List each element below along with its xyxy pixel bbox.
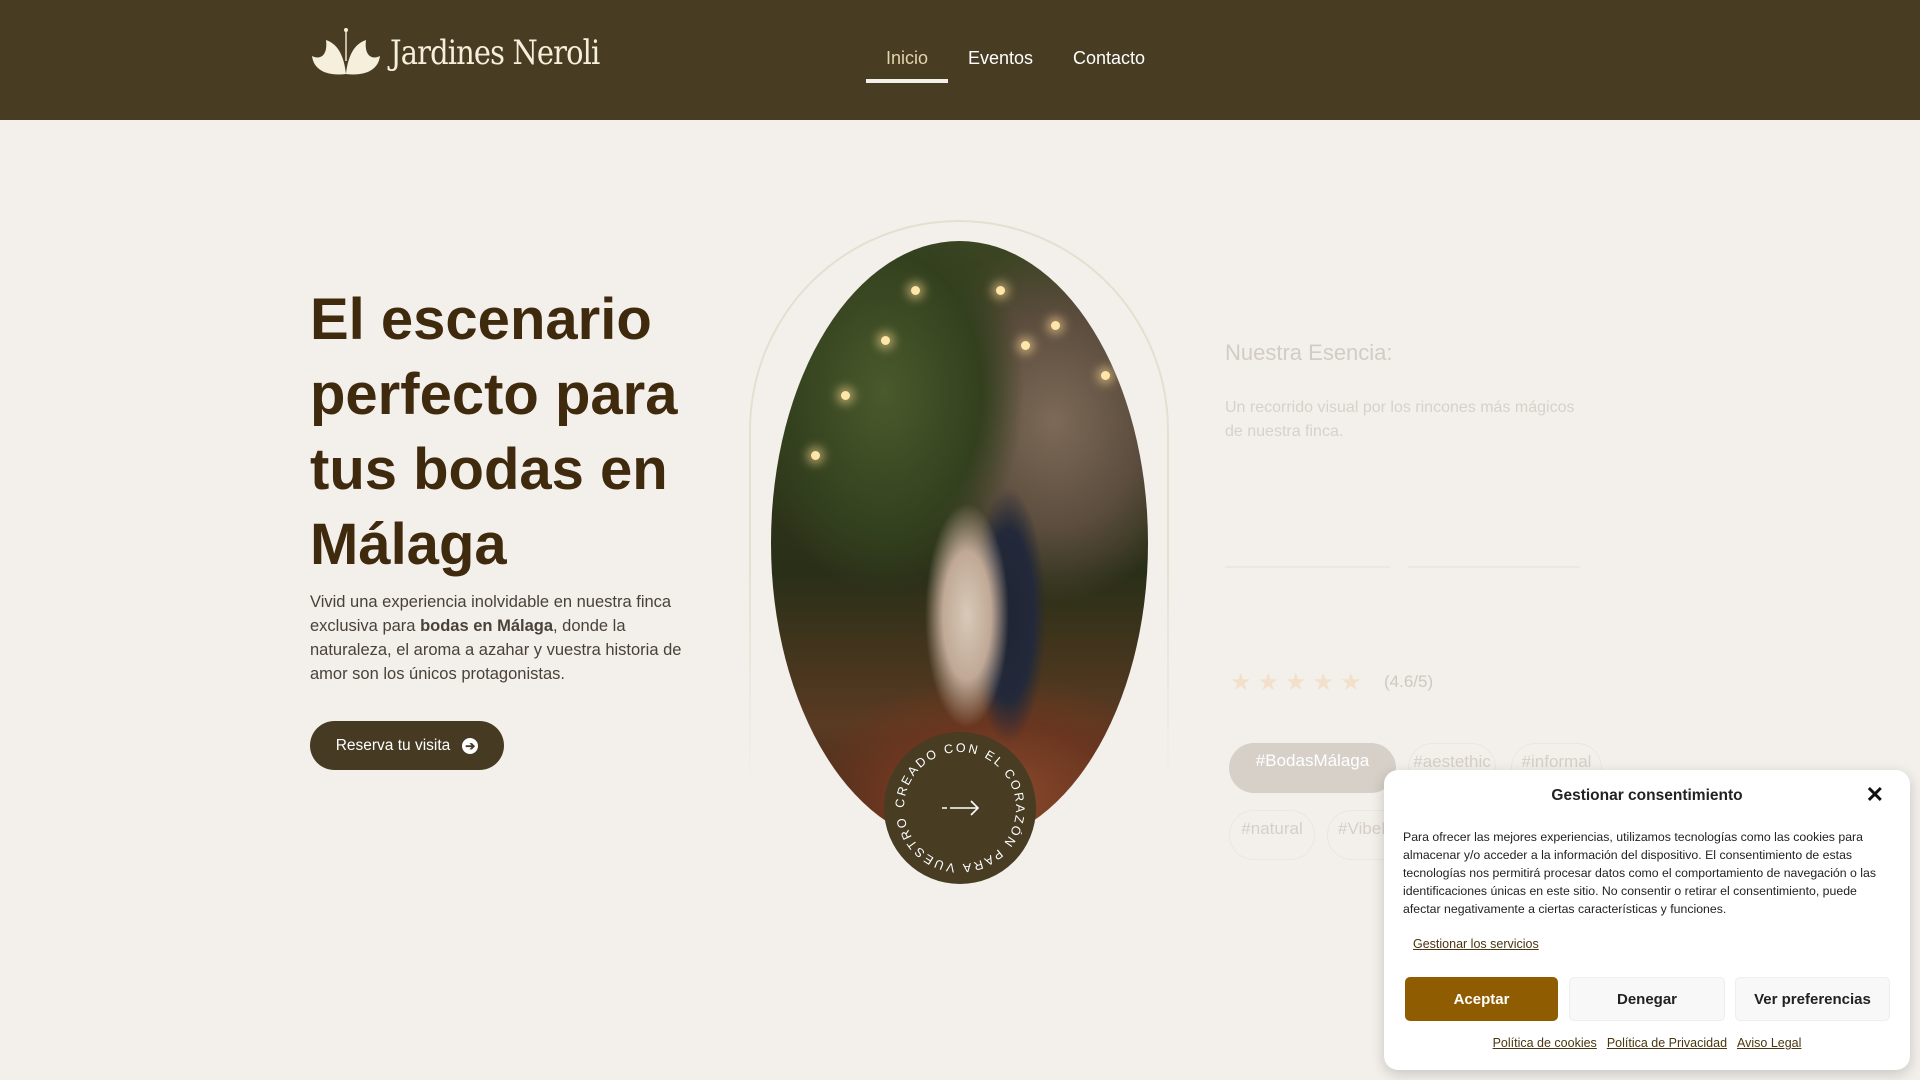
arrow-right-icon: [942, 800, 980, 816]
nav-inicio[interactable]: Inicio: [886, 48, 928, 69]
circular-text: CREADO CON EL CORAZÓN PARA VUESTRO GRAN …: [884, 732, 1027, 875]
divider: [1408, 566, 1580, 568]
tag-natural[interactable]: #natural: [1229, 810, 1315, 860]
cookie-footer-links: Política de cookies Política de Privacid…: [1384, 1036, 1910, 1050]
butterfly-logo-icon: [312, 28, 380, 75]
rating-stars: ★ ★ ★ ★ ★: [1230, 668, 1362, 697]
legal-notice-link[interactable]: Aviso Legal: [1737, 1036, 1801, 1050]
esencia-title: Nuestra Esencia:: [1225, 340, 1393, 365]
hero-description: Vivid una experiencia inolvidable en nue…: [310, 590, 710, 686]
svg-text:CREADO CON EL CORAZÓN PARA VUE: CREADO CON EL CORAZÓN PARA VUESTRO GRAN …: [884, 732, 1027, 875]
star-icon: ★: [1340, 669, 1362, 696]
tag-bodasmalaga[interactable]: #BodasMálaga: [1229, 743, 1396, 793]
rating-text: (4.6/5): [1384, 672, 1434, 691]
star-icon: ★: [1257, 669, 1280, 696]
lead-bold: bodas en Málaga: [420, 617, 554, 635]
esencia-description: Un recorrido visual por los rincones más…: [1225, 399, 1575, 440]
logo[interactable]: Jardines Neroli: [310, 26, 636, 80]
close-icon[interactable]: ✕: [1866, 782, 1884, 808]
logo-text: Jardines Neroli: [390, 33, 600, 73]
nav-active-indicator: [866, 79, 948, 83]
hero-headline: El escenario perfecto para tus bodas en …: [310, 282, 750, 582]
cookie-title: Gestionar consentimiento: [1551, 787, 1743, 804]
privacy-policy-link[interactable]: Política de Privacidad: [1607, 1036, 1727, 1050]
cta-label: Reserva tu visita: [335, 736, 451, 754]
star-icon: ★: [1285, 669, 1307, 696]
star-icon: ★: [1230, 669, 1252, 696]
created-with-heart-badge[interactable]: CREADO CON EL CORAZÓN PARA VUESTRO GRAN …: [884, 732, 1036, 884]
cookie-policy-link[interactable]: Política de cookies: [1493, 1036, 1597, 1050]
reserve-visit-button[interactable]: Reserva tu visita ➔: [310, 721, 504, 770]
cookie-consent-dialog: Gestionar consentimiento ✕ Para ofrecer …: [1384, 770, 1910, 1070]
site-header: Jardines Neroli Inicio Eventos Contacto: [0, 0, 1920, 120]
nav-contacto[interactable]: Contacto: [1073, 48, 1145, 69]
accept-button[interactable]: Aceptar: [1405, 977, 1558, 1021]
preferences-button[interactable]: Ver preferencias: [1735, 977, 1890, 1021]
arrow-circle-icon: ➔: [462, 737, 479, 754]
deny-button[interactable]: Denegar: [1569, 977, 1725, 1021]
star-icon: ★: [1312, 669, 1335, 696]
manage-services-link[interactable]: Gestionar los servicios: [1413, 937, 1539, 951]
nav-eventos[interactable]: Eventos: [968, 48, 1033, 69]
cookie-body: Para ofrecer las mejores experiencias, u…: [1403, 830, 1877, 916]
divider: [1225, 566, 1390, 568]
